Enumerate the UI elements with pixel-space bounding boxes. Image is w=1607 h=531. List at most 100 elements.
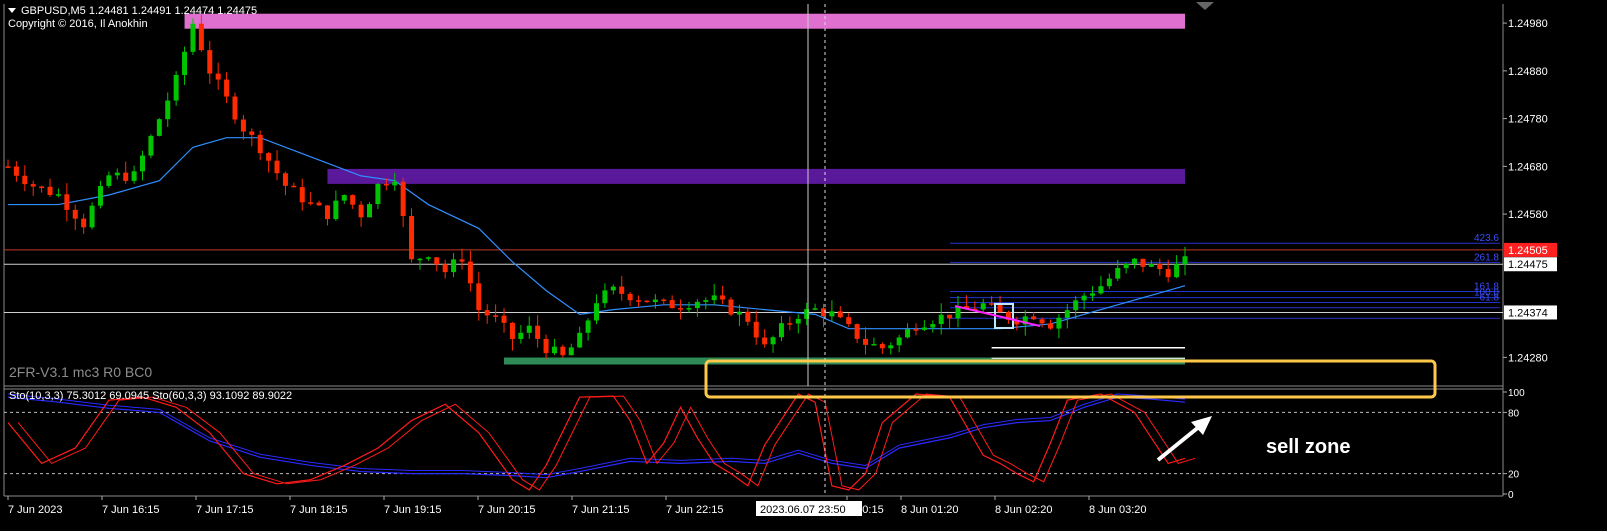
candle-body (308, 202, 314, 204)
candle-body (1047, 323, 1053, 329)
candle-body (669, 300, 675, 309)
candle-body (602, 290, 608, 304)
stoch-tick-label: 20 (1508, 470, 1520, 481)
candle-body (81, 218, 87, 228)
candle-body (728, 299, 734, 315)
candle-body (1148, 263, 1154, 267)
candle-body (1140, 258, 1146, 267)
candle-body (173, 74, 179, 101)
candle-body (518, 332, 524, 339)
candle-body (266, 153, 272, 161)
candle-body (72, 209, 78, 219)
time-label: 8 Jun 02:20 (995, 504, 1053, 516)
candle-body (1073, 300, 1079, 311)
candle-body (686, 308, 692, 310)
candle-body (1132, 258, 1138, 264)
time-label: 7 Jun 21:15 (572, 504, 630, 516)
candle-body (425, 257, 431, 259)
stoch-tick-label: 80 (1508, 408, 1520, 419)
candle-body (1081, 295, 1087, 301)
candle-body (1165, 269, 1171, 278)
candle-body (5, 166, 11, 168)
candle-body (888, 345, 894, 349)
symbol-line: GBPUSD,M5 1.24481 1.24491 1.24474 1.2447… (21, 5, 257, 17)
candle-body (190, 23, 196, 52)
candle-body (240, 119, 246, 132)
candle-body (299, 187, 305, 203)
candle-body (114, 172, 120, 176)
candle-body (493, 315, 499, 317)
candle-body (459, 259, 465, 262)
time-label: 7 Jun 17:15 (196, 504, 254, 516)
candle-body (1115, 268, 1121, 279)
candle-body (64, 194, 70, 210)
candle-body (232, 96, 238, 120)
candle-body (1106, 278, 1112, 287)
price-badge-label: 1.24475 (1508, 259, 1548, 271)
candle-body (392, 181, 398, 186)
time-label: 7 Jun 16:15 (102, 504, 160, 516)
candle-body (1039, 319, 1045, 324)
candle-body (409, 216, 415, 260)
candle-body (703, 300, 709, 302)
time-label: 7 Jun 19:15 (384, 504, 442, 516)
price-tick-label: 1.24580 (1508, 209, 1548, 221)
candle-body (753, 321, 759, 338)
candle-body (1157, 263, 1163, 270)
candle-body (921, 327, 927, 330)
candle-body (535, 325, 541, 339)
candle-body (509, 322, 515, 339)
candle-body (140, 155, 146, 172)
candle-body (89, 205, 95, 228)
candle-body (711, 295, 717, 301)
candle-body (551, 346, 557, 354)
candle-body (282, 173, 288, 186)
time-label: 7 Jun 2023 (8, 504, 62, 516)
candle-body (249, 131, 255, 135)
candle-body (341, 195, 347, 201)
time-label: 8 Jun 03:20 (1089, 504, 1147, 516)
candle-body (1182, 256, 1188, 265)
candle-body (619, 286, 625, 294)
candle-body (358, 204, 364, 218)
candle-body (1174, 264, 1180, 278)
candle-body (930, 324, 936, 328)
candle-body (829, 311, 835, 317)
candle-body (947, 314, 953, 319)
candle-body (1064, 310, 1070, 318)
candle-body (980, 303, 986, 310)
price-tick-label: 1.24780 (1508, 114, 1548, 126)
candle-body (22, 175, 28, 185)
candle-body (324, 205, 330, 220)
candle-body (543, 338, 549, 354)
candle-body (207, 50, 213, 74)
price-badge-label: 1.24374 (1508, 307, 1548, 319)
candle-body (652, 299, 658, 303)
candle-body (47, 186, 53, 195)
candle-body (417, 258, 423, 261)
candle-body (610, 286, 616, 291)
time-label: 8 Jun 01:20 (901, 504, 959, 516)
candle-body (383, 183, 389, 186)
copyright: Copyright © 2016, Il Anokhin (8, 18, 148, 30)
candle-body (39, 186, 45, 189)
candle-body (442, 264, 448, 273)
candle-body (131, 171, 137, 181)
fib-label: 261.8 (1474, 252, 1499, 263)
candle-body (644, 300, 650, 303)
candle-body (863, 338, 869, 345)
candle-body (434, 257, 440, 265)
zone-magenta (184, 13, 1186, 29)
candle-body (745, 311, 751, 322)
candle-body (694, 301, 700, 309)
candle-body (736, 311, 742, 315)
trading-chart[interactable]: 423.6261.8161.8100.061.8 10080200 GBPUSD… (0, 0, 1607, 531)
candle-body (913, 329, 919, 331)
candle-body (274, 160, 280, 174)
candle-body (770, 337, 776, 345)
candle-body (854, 324, 860, 339)
candle-body (467, 261, 473, 284)
candle-body (762, 337, 768, 345)
candle-body (837, 311, 843, 318)
fib-label: 61.8 (1480, 292, 1500, 303)
